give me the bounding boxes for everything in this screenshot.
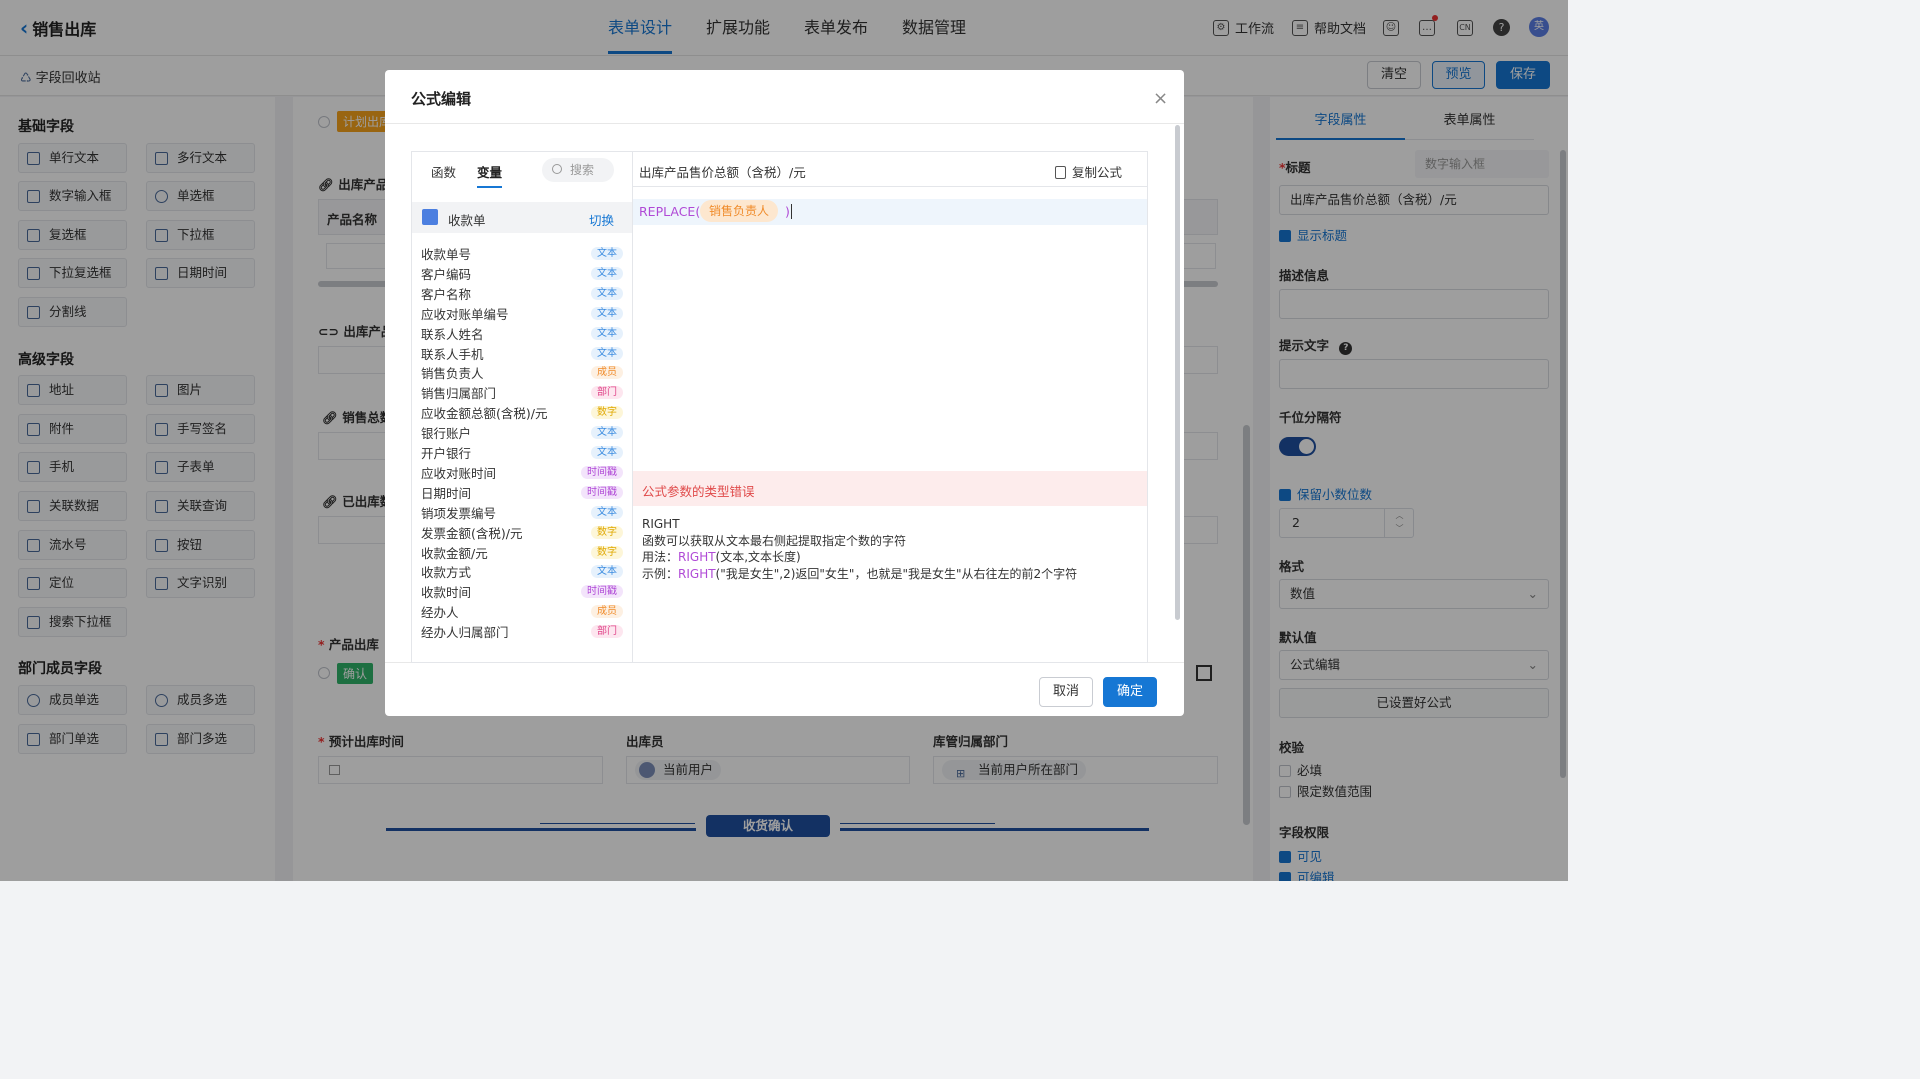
variable-name: 应收对账时间 xyxy=(421,465,497,481)
variable-type-tag: 成员 xyxy=(591,605,623,619)
help-function-name: RIGHT xyxy=(642,517,680,531)
variable-type-tag: 文本 xyxy=(591,346,623,360)
variable-item[interactable]: 经办人 成员 xyxy=(421,602,625,621)
variable-type-tag: 文本 xyxy=(591,247,623,260)
variable-name: 客户名称 xyxy=(421,286,472,302)
error-message: 公式参数的类型错误 xyxy=(642,484,755,499)
search-icon xyxy=(552,164,562,174)
variable-item[interactable]: 销售负责人 成员 xyxy=(421,363,625,382)
variable-name: 日期时间 xyxy=(421,485,472,501)
variable-type-tag: 文本 xyxy=(591,326,623,340)
variable-item[interactable]: 销售归属部门 部门 xyxy=(421,383,625,402)
variable-item[interactable]: 开户银行 文本 xyxy=(421,443,625,462)
header-divider xyxy=(385,123,1184,124)
variable-name: 联系人姓名 xyxy=(421,326,484,342)
variable-name: 应收金额总额(含税)/元 xyxy=(421,406,548,422)
function-help: RIGHT 函数可以获取从文本最右侧起提取指定个数的字符 用法：RIGHT(文本… xyxy=(642,516,1077,582)
tab-functions[interactable]: 函数 xyxy=(431,162,456,181)
variable-type-tag: 文本 xyxy=(591,266,623,280)
formula-function: REPLACE( xyxy=(639,204,701,219)
variable-type-tag: 成员 xyxy=(591,366,623,380)
variable-name: 经办人 xyxy=(421,605,459,621)
source-form-name: 收款单 xyxy=(448,213,486,228)
variable-item[interactable]: 销项发票编号 文本 xyxy=(421,503,625,522)
variable-item[interactable]: 发票金额(含税)/元 数字 xyxy=(421,523,625,542)
dialog-scrollbar[interactable] xyxy=(1175,125,1180,620)
variable-item[interactable]: 收款方式 文本 xyxy=(421,562,625,581)
dialog-title: 公式编辑 xyxy=(411,90,472,108)
example-rest: ("我是女生",2)返回"女生"，也就是"我是女生"从右往左的前2个字符 xyxy=(715,566,1078,581)
variable-name: 联系人手机 xyxy=(421,346,484,362)
help-description: 函数可以获取从文本最右侧起提取指定个数的字符 xyxy=(642,533,907,548)
variable-name: 经办人归属部门 xyxy=(421,625,509,641)
variable-item[interactable]: 日期时间 时间戳 xyxy=(421,483,625,502)
variable-type-tag: 文本 xyxy=(591,306,623,320)
variable-item[interactable]: 收款单号 文本 xyxy=(421,244,625,263)
variable-name: 收款时间 xyxy=(421,585,472,601)
variable-type-tag: 部门 xyxy=(591,625,623,639)
copy-icon xyxy=(1055,166,1066,179)
variable-name: 银行账户 xyxy=(421,426,472,442)
variable-name: 销售负责人 xyxy=(421,366,484,382)
formula-editor[interactable]: REPLACE( 销售负责人 ) xyxy=(633,199,1147,225)
workspace-divider xyxy=(632,151,633,663)
variable-item[interactable]: 联系人姓名 文本 xyxy=(421,324,625,343)
ok-button[interactable]: 确定 xyxy=(1103,677,1157,707)
close-icon[interactable]: × xyxy=(1153,88,1168,109)
variable-name: 收款方式 xyxy=(421,565,472,581)
variable-type-tag: 部门 xyxy=(591,386,623,400)
variable-item[interactable]: 经办人归属部门 部门 xyxy=(421,622,625,641)
variable-item[interactable]: 收款时间 时间戳 xyxy=(421,582,625,601)
variable-name: 客户编码 xyxy=(421,266,472,282)
target-field-title: 出库产品售价总额（含税）/元 xyxy=(639,165,806,180)
variable-name: 应收对账单编号 xyxy=(421,306,509,322)
variable-type-tag: 数字 xyxy=(591,406,623,420)
formula-close-paren: ) xyxy=(785,204,792,219)
variable-name: 销项发票编号 xyxy=(421,505,497,521)
search-placeholder: 搜索 xyxy=(570,163,595,177)
variable-type-tag: 文本 xyxy=(591,505,623,519)
variable-name: 销售归属部门 xyxy=(421,386,497,402)
variable-type-tag: 数字 xyxy=(591,525,623,539)
source-form-row: 收款单 切换 xyxy=(412,202,632,233)
example-label: 示例： xyxy=(642,566,679,581)
variable-name: 发票金额(含税)/元 xyxy=(421,525,523,541)
variable-type-tag: 文本 xyxy=(591,565,623,579)
variable-type-tag: 文本 xyxy=(591,286,623,300)
switch-form-link[interactable]: 切换 xyxy=(589,210,614,229)
variable-item[interactable]: 客户名称 文本 xyxy=(421,284,625,303)
variable-type-tag: 文本 xyxy=(591,426,623,440)
variable-type-tag: 时间戳 xyxy=(581,465,623,479)
copy-label: 复制公式 xyxy=(1072,165,1123,180)
variable-type-tag: 时间戳 xyxy=(581,585,623,599)
usage-args: (文本,文本长度) xyxy=(715,550,801,564)
variable-type-tag: 时间戳 xyxy=(581,485,623,499)
help-usage: 用法：RIGHT(文本,文本长度) xyxy=(642,549,1077,566)
variable-item[interactable]: 银行账户 文本 xyxy=(421,423,625,442)
variable-item[interactable]: 客户编码 文本 xyxy=(421,264,625,283)
variable-type-tag: 文本 xyxy=(591,446,623,459)
variable-name: 开户银行 xyxy=(421,446,472,461)
usage-label: 用法： xyxy=(642,550,679,564)
example-func: RIGHT xyxy=(678,566,716,581)
variable-item[interactable]: 应收对账时间 时间戳 xyxy=(421,463,625,482)
variable-name: 收款金额/元 xyxy=(421,545,488,561)
variable-item[interactable]: 应收对账单编号 文本 xyxy=(421,304,625,323)
copy-formula-button[interactable]: 复制公式 xyxy=(1055,162,1122,181)
error-bar: 公式参数的类型错误 xyxy=(633,471,1147,506)
variable-item[interactable]: 收款金额/元 数字 xyxy=(421,543,625,562)
form-icon xyxy=(422,209,438,225)
variable-search-input[interactable]: 搜索 xyxy=(542,158,614,182)
tab-variables[interactable]: 变量 xyxy=(477,162,503,188)
formula-variable-token[interactable]: 销售负责人 xyxy=(700,200,779,222)
cancel-button[interactable]: 取消 xyxy=(1039,677,1093,707)
variable-name: 收款单号 xyxy=(421,247,472,262)
variable-item[interactable]: 联系人手机 文本 xyxy=(421,344,625,363)
variable-item[interactable]: 应收金额总额(含税)/元 数字 xyxy=(421,403,625,422)
variable-type-tag: 数字 xyxy=(591,545,623,559)
usage-func: RIGHT xyxy=(678,550,716,564)
help-example: 示例：RIGHT("我是女生",2)返回"女生"，也就是"我是女生"从右往左的前… xyxy=(642,566,1077,583)
